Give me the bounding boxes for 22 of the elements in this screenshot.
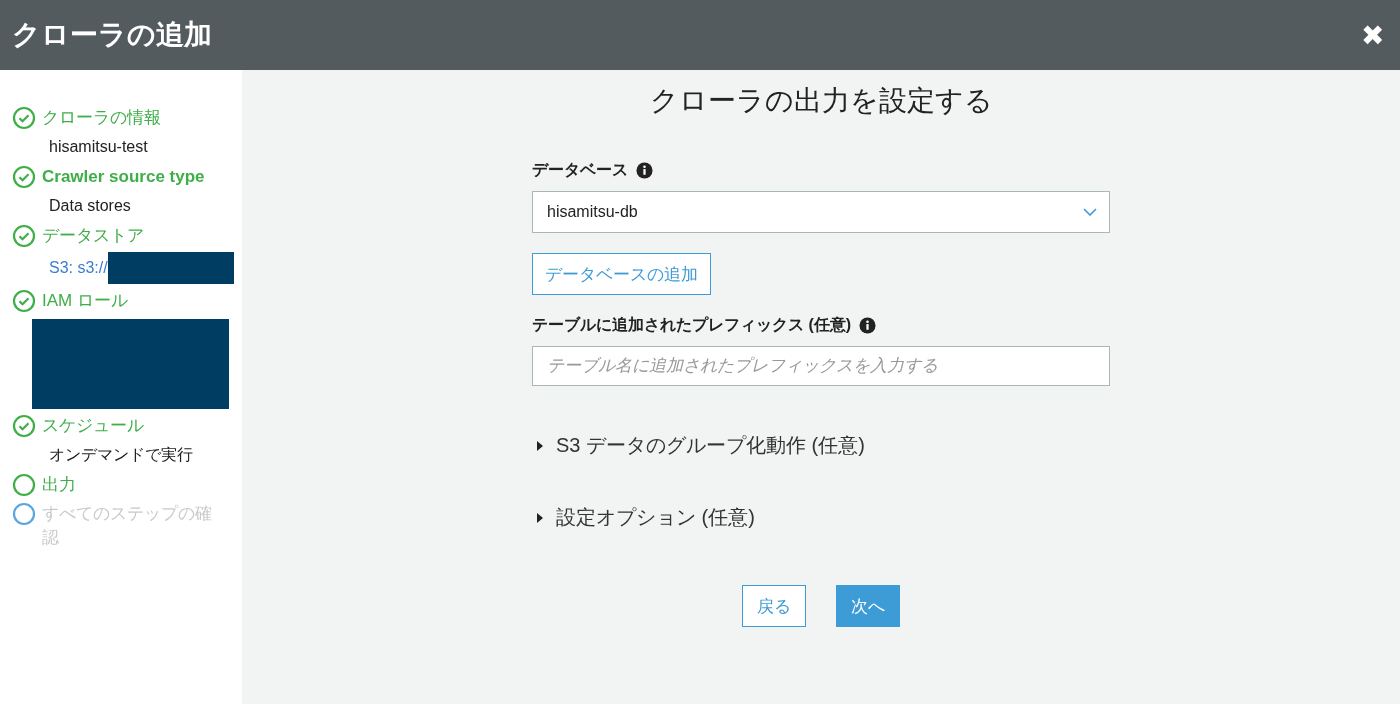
step-link[interactable]: S3: s3://: [49, 255, 108, 281]
close-button[interactable]: ✖: [1357, 18, 1388, 52]
step-label: Crawler source type: [42, 166, 205, 188]
field-label: データベース: [532, 160, 628, 180]
step-detail: hisamitsu-test: [49, 137, 148, 157]
step-label: 出力: [42, 474, 76, 496]
field-label: テーブルに追加されたプレフィックス (任意): [532, 315, 852, 335]
window-title: クローラの追加: [12, 18, 212, 52]
info-icon[interactable]: [859, 317, 877, 334]
section-toggle[interactable]: S3 データのグループ化動作 (任意): [532, 432, 869, 459]
prefix-input[interactable]: テーブル名に追加されたプレフィックスを入力する: [532, 346, 1110, 386]
page-heading: クローラの出力を設定する: [649, 84, 993, 118]
step-detail: Data stores: [49, 196, 131, 216]
chevron-down-icon: [1083, 208, 1097, 216]
step-label: データストア: [42, 225, 144, 247]
section-toggle[interactable]: 設定オプション (任意): [532, 504, 759, 531]
step-label: IAM ロール: [42, 290, 128, 312]
info-icon[interactable]: [636, 162, 653, 179]
database-select[interactable]: hisamitsu-db: [532, 191, 1110, 233]
step-label: クローラの情報: [42, 107, 161, 129]
step-detail: オンデマンドで実行: [49, 445, 193, 465]
step-label: スケジュール: [42, 415, 144, 437]
